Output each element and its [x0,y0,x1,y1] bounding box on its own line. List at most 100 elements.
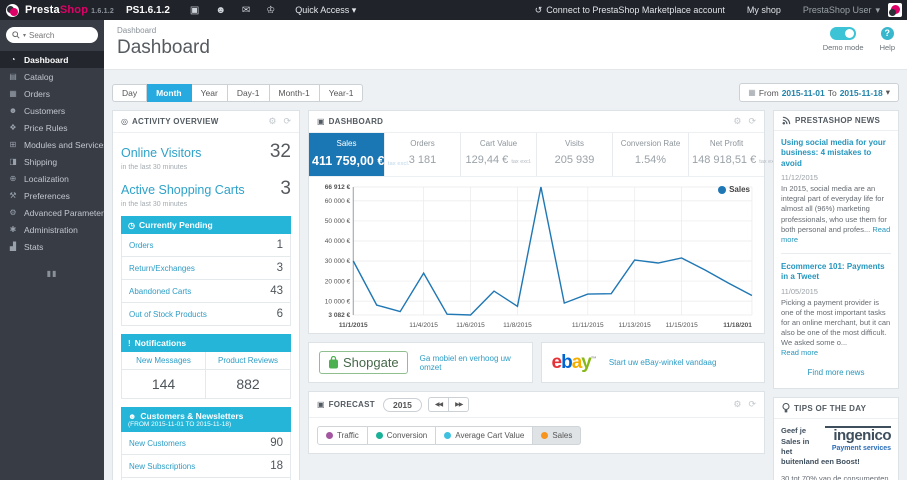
user-avatar[interactable] [888,3,902,17]
demo-mode-label: Demo mode [822,43,864,52]
forecast-metric-traffic[interactable]: Traffic [317,426,368,445]
period-toolbar: Day Month Year Day-1 Month-1 Year-1 ▦ Fr… [104,70,907,102]
quick-access-menu[interactable]: Quick Access ▾ [295,5,356,16]
sidebar-item-shipping[interactable]: ◨ Shipping [0,153,104,170]
forecast-metric-average-cart-value[interactable]: Average Cart Value [436,426,534,445]
brand-name: PrestaShop 1.6.1.2 [25,4,114,16]
pending-row-out-of-stock[interactable]: Out of Stock Products 6 [122,303,290,325]
tips-of-the-day-panel: TIPS OF THE DAY ingenico Payment service… [773,397,899,480]
pending-row-returns[interactable]: Return/Exchanges 3 [122,257,290,280]
collapse-menu-button[interactable]: ▮▮ [0,269,104,278]
kpi-visits[interactable]: Visits 205 939 [537,133,613,176]
sidebar-item-dashboard[interactable]: ◔ Dashboard [0,51,104,68]
svg-text:11/1/2015: 11/1/2015 [339,322,368,329]
demo-mode-control: Demo mode [823,27,864,52]
refresh-icon[interactable]: ⟳ [748,116,756,127]
kpi-orders[interactable]: Orders 3 181 [385,133,461,176]
search-input[interactable] [29,30,85,40]
help-icon[interactable]: ? [880,27,894,40]
tab-year-1[interactable]: Year-1 [319,83,364,102]
tab-day-1[interactable]: Day-1 [227,83,270,102]
gear-icon[interactable]: ⚙ [268,116,276,127]
my-shop-link[interactable]: My shop [747,5,781,15]
forecast-metric-conversion[interactable]: Conversion [367,426,437,445]
next-year-button[interactable]: ▶▶ [448,397,470,412]
badges-icon[interactable]: ♔ [266,5,275,16]
customers-date-range: (FROM 2015-11-01 TO 2015-11-18) [128,421,232,428]
demo-mode-toggle[interactable] [830,27,857,40]
read-more-link[interactable]: Read more [781,348,818,357]
new-subscriptions-row[interactable]: New Subscriptions 18 [122,455,290,478]
sidebar-item-advanced-parameters[interactable]: ⚙ Advanced Parameters [0,204,108,221]
kpi-sales[interactable]: Sales 411 759,00 € tax excl. [309,133,410,176]
refresh-icon[interactable]: ⟳ [283,116,291,127]
pending-row-orders[interactable]: Orders 1 [122,234,290,257]
active-carts-subtitle: in the last 30 minutes [121,201,188,208]
previous-year-button[interactable]: ◀◀ [427,397,449,412]
sidebar-search[interactable]: ▾ [6,27,98,43]
active-carts-link[interactable]: Active Shopping Carts [121,183,245,197]
orders-icon: ▦ [9,89,17,98]
chart-legend[interactable]: Sales [718,185,750,194]
gear-icon[interactable]: ⚙ [733,399,741,410]
svg-text:20 000 €: 20 000 € [325,278,351,285]
sidebar-item-administration[interactable]: ✱ Administration [0,221,104,238]
customers-notifications-icon[interactable]: ☻ [215,5,226,16]
conversion-dot [375,432,383,439]
marketplace-connect-link[interactable]: ↺ Connect to PrestaShop Marketplace accou… [535,5,725,16]
sidebar-item-customers[interactable]: ☻ Customers [0,102,104,119]
online-visitors-link[interactable]: Online Visitors [121,146,201,160]
stats-icon: ▟ [9,242,17,251]
tab-month[interactable]: Month [147,83,192,102]
pending-row-abandoned-carts[interactable]: Abandoned Carts 43 [122,280,290,303]
shopgate-ad-card: Shopgate Ga mobiel en verhoog uw omzet [308,342,533,383]
news-article-title[interactable]: Ecommerce 101: Payments in a Tweet [781,262,891,283]
date-range-button[interactable]: ▦ From 2015-11-01 To 2015-11-18 ▾ [739,83,899,102]
panel-title: PRESTASHOP NEWS [795,116,881,125]
sidebar-item-localization[interactable]: ⊕ Localization [0,170,104,187]
kpi-net-profit[interactable]: Net Profit 148 918,51 € tax excl. [689,133,779,176]
shop-name[interactable]: PS1.6.1.2 [126,5,170,16]
breadcrumb[interactable]: Dashboard [117,26,156,35]
sidebar: ▾ ◔Dashboard ▤Catalog ▦Orders ☻Customers… [0,20,108,480]
users-icon: ☻ [128,411,137,421]
sidebar-item-preferences[interactable]: ⚒ Preferences [0,187,104,204]
marketplace-icon: ↺ [534,4,543,15]
shopgate-ad-link[interactable]: Ga mobiel en verhoog uw omzet [420,354,522,372]
prestashop-logo [6,3,19,17]
tab-day[interactable]: Day [112,83,148,102]
forecast-metric-sales[interactable]: Sales [533,426,582,445]
online-visitors-subtitle: in the last 30 minutes [121,164,188,171]
ebay-ad-link[interactable]: Start uw eBay-winkel vandaag [609,358,717,367]
notifications-header: ! Notifications [121,334,291,352]
refresh-icon[interactable]: ⟳ [748,399,756,410]
product-reviews-link[interactable]: Product Reviews [206,352,290,370]
gear-icon[interactable]: ⚙ [733,116,741,127]
kpi-cart-value[interactable]: Cart Value 129,44 € tax excl. [461,133,537,176]
ebay-ad-card: ebay™ Start uw eBay-winkel vandaag [540,342,765,383]
chevron-down-icon[interactable]: ▾ [23,32,26,39]
user-menu[interactable]: PrestaShop User ▾ [803,5,880,16]
sidebar-item-price-rules[interactable]: ❖ Price Rules [0,119,104,136]
tab-year[interactable]: Year [191,83,228,102]
tab-month-1[interactable]: Month-1 [269,83,320,102]
new-customers-row[interactable]: New Customers 90 [122,432,290,455]
sidebar-item-orders[interactable]: ▦ Orders [0,85,104,102]
find-more-news-link[interactable]: Find more news [781,368,891,377]
legend-dot-sales [718,185,727,194]
product-reviews-value: 882 [236,376,260,392]
sidebar-item-modules[interactable]: ⊞ Modules and Services [0,136,108,153]
news-article-title[interactable]: Using social media for your business: 4 … [781,138,891,169]
prestashop-news-panel: PRESTASHOP NEWS Using social media for y… [773,110,899,390]
orders-notifications-icon[interactable]: ▣ [190,5,199,16]
catalog-icon: ▤ [9,72,17,81]
date-to: 2015-11-18 [839,87,883,98]
sidebar-item-stats[interactable]: ▟ Stats [0,238,104,255]
messages-notifications-icon[interactable]: ✉ [242,5,250,16]
kpi-conversion-rate[interactable]: Conversion Rate 1.54% [613,133,689,176]
date-from: 2015-11-01 [781,87,825,98]
svg-text:60 000 €: 60 000 € [325,198,351,205]
new-messages-link[interactable]: New Messages [122,352,206,370]
forecast-legend: Traffic Conversion Average Cart Value Sa… [309,418,589,453]
sidebar-item-catalog[interactable]: ▤ Catalog [0,68,104,85]
